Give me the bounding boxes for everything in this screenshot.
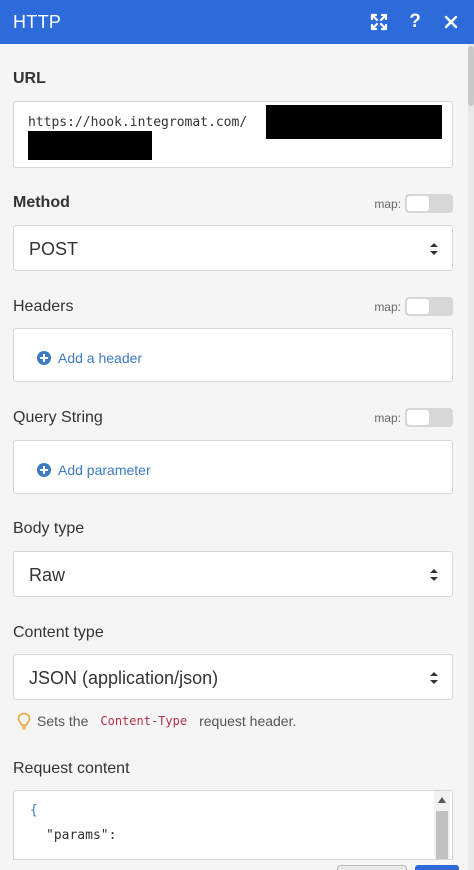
close-icon[interactable] <box>442 13 460 31</box>
content-type-selected-value: JSON (application/json) <box>29 668 219 688</box>
map-label: map: <box>374 196 401 211</box>
title-actions: ? <box>370 0 460 44</box>
request-content-editor[interactable]: { "params": <box>13 790 453 860</box>
cancel-button[interactable] <box>337 865 407 870</box>
expand-icon[interactable] <box>370 13 388 31</box>
hint-suffix: request header. <box>199 713 297 729</box>
panel-scrollbar-thumb[interactable] <box>468 46 474 106</box>
add-header-label: Add a header <box>58 350 143 366</box>
toggle-knob <box>407 196 429 211</box>
method-selected-value: POST <box>29 239 79 259</box>
window-title: HTTP <box>13 11 62 32</box>
content-type-select[interactable]: JSON (application/json) <box>13 654 453 700</box>
editor-scrollbar-thumb[interactable] <box>436 811 448 859</box>
headers-box: Add a header <box>13 328 453 382</box>
query-string-map-control: map: <box>374 408 453 427</box>
query-string-label: Query String <box>13 409 103 426</box>
title-bar: HTTP ? <box>0 0 474 44</box>
url-label: URL <box>13 70 46 87</box>
method-select[interactable]: POST <box>13 225 453 271</box>
body-type-select[interactable]: Raw <box>13 551 453 597</box>
query-string-box: Add parameter <box>13 440 453 494</box>
sort-arrows-icon <box>430 569 438 581</box>
content-type-label: Content type <box>13 624 104 641</box>
url-value: https://hook.integromat.com/ <box>28 115 248 130</box>
scroll-up-arrow-icon[interactable] <box>438 797 446 803</box>
sort-arrows-icon <box>430 672 438 684</box>
editor-scrollbar[interactable] <box>434 791 450 859</box>
query-string-map-toggle[interactable] <box>405 408 453 427</box>
redacted-url-part <box>28 131 152 160</box>
headers-map-toggle[interactable] <box>405 297 453 316</box>
request-content-label: Request content <box>13 760 130 777</box>
sort-arrows-icon <box>430 243 438 255</box>
add-parameter-label: Add parameter <box>58 462 151 478</box>
headers-map-control: map: <box>374 297 453 316</box>
toggle-knob <box>407 410 429 425</box>
content-type-hint: Sets the Content-Type request header. <box>17 712 296 730</box>
toggle-knob <box>407 299 429 314</box>
method-map-toggle[interactable] <box>405 194 453 213</box>
headers-label: Headers <box>13 298 74 315</box>
code-line-2: "params": <box>46 828 117 843</box>
add-parameter-button[interactable]: Add parameter <box>37 462 151 478</box>
ok-button[interactable] <box>415 865 459 870</box>
body-type-label: Body type <box>13 520 85 537</box>
map-label: map: <box>374 299 401 314</box>
plus-circle-icon <box>37 351 51 365</box>
url-field[interactable]: https://hook.integromat.com/ <box>13 101 453 168</box>
method-map-control: map: <box>374 194 453 213</box>
method-label: Method <box>13 194 70 211</box>
map-label: map: <box>374 410 401 425</box>
body-type-selected-value: Raw <box>29 565 66 585</box>
add-header-button[interactable]: Add a header <box>37 350 142 366</box>
lightbulb-icon <box>17 712 31 730</box>
hint-prefix: Sets the <box>37 713 89 729</box>
redacted-url-part <box>266 105 442 139</box>
code-line-1: { <box>30 803 38 818</box>
panel-scrollbar[interactable] <box>468 44 474 870</box>
plus-circle-icon <box>37 463 51 477</box>
help-icon[interactable]: ? <box>406 12 424 31</box>
hint-code: Content-Type <box>100 714 188 728</box>
